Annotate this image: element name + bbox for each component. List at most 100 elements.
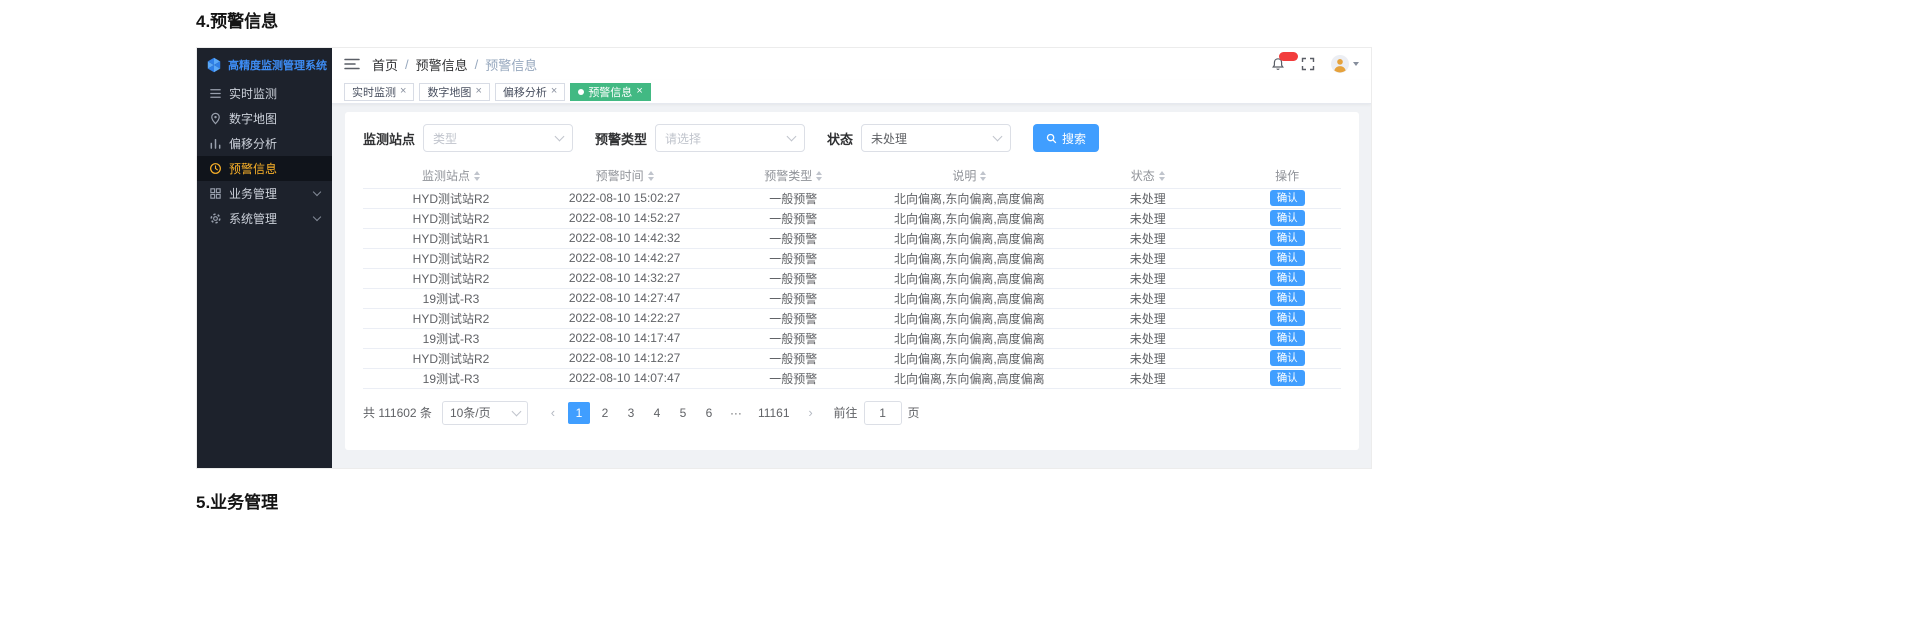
col-header-status[interactable]: 状态 [1062,164,1234,189]
status-select[interactable]: 未处理 [861,124,1012,152]
page-button-4[interactable]: 4 [646,402,668,424]
goto-suffix: 页 [907,406,920,420]
sidebar-item-label: 系统管理 [229,212,278,226]
breadcrumb-warning[interactable]: 预警信息 [416,55,468,74]
close-icon[interactable]: × [551,86,557,97]
cell-station: HYD测试站R1 [363,228,540,249]
page-button-5[interactable]: 5 [672,402,694,424]
breadcrumb-separator: / [474,56,479,72]
chevron-down-icon [992,131,1003,142]
tags-bar: 实时监测 × 数字地图 × 偏移分析 × 预警信息 × [332,80,1371,104]
cell-desc: 北向偏离,东向偏离,高度偏离 [876,188,1063,209]
select-placeholder: 请选择 [665,131,702,146]
cell-station: 19测试-R3 [363,288,540,309]
page-button-last[interactable]: 11161 [752,402,796,424]
page-size-select[interactable]: 10条/页 [441,400,528,425]
dashboard-app: 高精度监测管理系统 实时监测 数字地图 偏移分析 预警信息 业务管理 系统管理 … [197,48,1371,468]
next-page-button[interactable]: › [800,402,822,424]
page-button-6[interactable]: 6 [698,402,720,424]
cell-status: 未处理 [1062,308,1234,329]
confirm-button[interactable]: 确认 [1269,290,1305,307]
cell-desc: 北向偏离,东向偏离,高度偏离 [876,248,1063,269]
app-logo[interactable]: 高精度监测管理系统 [197,48,332,81]
cell-status: 未处理 [1062,328,1234,349]
more-pages-button[interactable]: ··· [724,402,748,424]
goto-page-input[interactable] [863,400,902,425]
sidebar-item-system[interactable]: 系统管理 [197,206,332,231]
tag-label: 偏移分析 [502,86,547,99]
table-row: HYD测试站R2 2022-08-10 14:42:27 一般预警 北向偏离,东… [363,248,1341,269]
hamburger-icon[interactable] [344,57,360,71]
cell-station: HYD测试站R2 [363,248,540,269]
confirm-button[interactable]: 确认 [1269,190,1305,207]
section-heading-4: 4.预警信息 [196,12,279,31]
fullscreen-icon[interactable] [1301,57,1315,71]
search-button[interactable]: 搜索 [1033,124,1100,152]
cell-type: 一般预警 [710,328,877,349]
filter-station: 监测站点 类型 [363,124,574,152]
search-button-label: 搜索 [1062,131,1087,146]
cell-desc: 北向偏离,东向偏离,高度偏离 [876,288,1063,309]
sidebar-item-realtime[interactable]: 实时监测 [197,81,332,106]
chevron-down-icon [786,131,797,142]
sidebar-item-business[interactable]: 业务管理 [197,181,332,206]
warning-type-select[interactable]: 请选择 [655,124,806,152]
sort-icon [474,170,481,181]
filter-status: 状态 未处理 [827,124,1012,152]
sidebar-item-label: 预警信息 [229,162,278,176]
close-icon[interactable]: × [636,86,642,97]
filter-label: 状态 [827,131,854,147]
select-placeholder: 类型 [433,131,458,146]
confirm-button[interactable]: 确认 [1269,350,1305,367]
close-icon[interactable]: × [475,86,481,97]
sidebar-item-offset[interactable]: 偏移分析 [197,131,332,156]
select-value: 未处理 [871,131,908,146]
sidebar-item-warning[interactable]: 预警信息 [197,156,332,181]
content-card: 监测站点 类型 预警类型 请选择 状态 未处理 搜索 监测站点 预警时间 预警类… [345,112,1359,450]
table-row: HYD测试站R2 2022-08-10 14:12:27 一般预警 北向偏离,东… [363,348,1341,369]
cell-status: 未处理 [1062,368,1234,389]
confirm-button[interactable]: 确认 [1269,310,1305,327]
breadcrumb-home[interactable]: 首页 [372,55,398,74]
cell-time: 2022-08-10 14:42:27 [539,248,711,269]
sidebar-item-label: 实时监测 [229,87,278,101]
total-count: 共 111602 条 [363,406,432,420]
table-row: HYD测试站R2 2022-08-10 14:52:27 一般预警 北向偏离,东… [363,208,1341,229]
col-header-type[interactable]: 预警类型 [710,164,877,189]
cell-time: 2022-08-10 14:32:27 [539,268,711,289]
confirm-button[interactable]: 确认 [1269,230,1305,247]
prev-page-button[interactable]: ‹ [542,402,564,424]
sidebar-item-map[interactable]: 数字地图 [197,106,332,131]
section-heading-5: 5.业务管理 [196,493,279,512]
list-icon [209,87,222,100]
table-row: HYD测试站R2 2022-08-10 14:22:27 一般预警 北向偏离,东… [363,308,1341,329]
col-header-station[interactable]: 监测站点 [363,164,540,189]
page-button-2[interactable]: 2 [594,402,616,424]
tag-label: 预警信息 [588,86,633,99]
tag-warning-active[interactable]: 预警信息 × [570,82,651,101]
confirm-button[interactable]: 确认 [1269,210,1305,227]
confirm-button[interactable]: 确认 [1269,370,1305,387]
confirm-button[interactable]: 确认 [1269,250,1305,267]
col-header-time[interactable]: 预警时间 [539,164,711,189]
cell-action: 确认 [1233,288,1341,309]
tag-offset[interactable]: 偏移分析 × [494,82,566,101]
confirm-button[interactable]: 确认 [1269,330,1305,347]
tag-realtime[interactable]: 实时监测 × [344,82,415,101]
cell-desc: 北向偏离,东向偏离,高度偏离 [876,208,1063,229]
page-button-1[interactable]: 1 [567,401,590,424]
close-icon[interactable]: × [400,86,406,97]
cell-desc: 北向偏离,东向偏离,高度偏离 [876,268,1063,289]
sort-icon [816,170,823,181]
page-button-3[interactable]: 3 [620,402,642,424]
filter-bar: 监测站点 类型 预警类型 请选择 状态 未处理 搜索 [363,124,1341,152]
cell-type: 一般预警 [710,248,877,269]
cell-status: 未处理 [1062,208,1234,229]
main-area: 首页 / 预警信息 / 预警信息 实时监测 × 数字地图 × 偏移分析 × 预警… [332,48,1371,468]
user-avatar[interactable] [1331,55,1359,73]
station-select[interactable]: 类型 [423,124,574,152]
notification-bell-icon[interactable] [1271,52,1298,71]
tag-map[interactable]: 数字地图 × [419,82,490,101]
confirm-button[interactable]: 确认 [1269,270,1305,287]
col-header-desc[interactable]: 说明 [876,164,1063,189]
